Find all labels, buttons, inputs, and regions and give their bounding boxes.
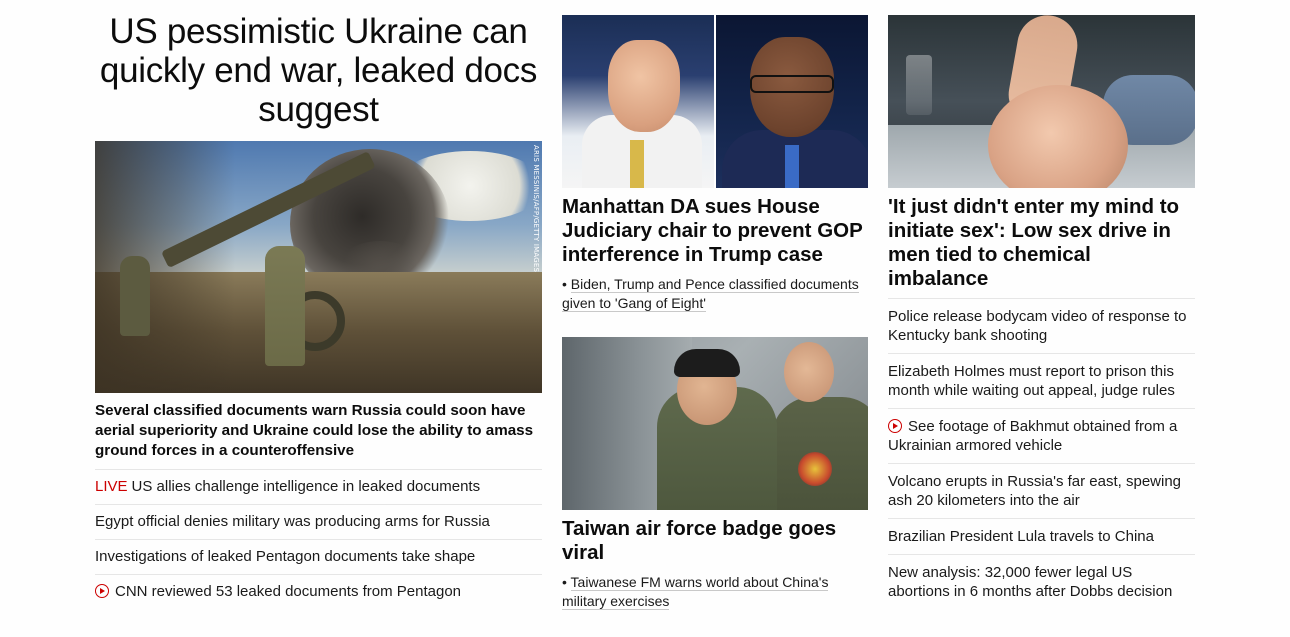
image-head [784, 342, 834, 402]
list-item[interactable]: Volcano erupts in Russia's far east, spe… [888, 463, 1195, 518]
story-image-taiwan-badge[interactable] [562, 337, 868, 510]
image-soldier [120, 256, 150, 336]
list-item[interactable]: LIVE US allies challenge intelligence in … [95, 469, 542, 504]
right-story-column: 'It just didn't enter my mind to initiat… [888, 15, 1195, 609]
list-item-link[interactable]: Police release bodycam video of response… [888, 308, 1187, 344]
list-item[interactable]: See footage of Bakhmut obtained from a U… [888, 408, 1195, 463]
lead-headline-link[interactable]: US pessimistic Ukraine can quickly end w… [100, 12, 537, 129]
list-item-link[interactable]: CNN reviewed 53 leaked documents from Pe… [115, 583, 461, 600]
story-bullet[interactable]: • Biden, Trump and Pence classified docu… [562, 275, 868, 313]
story-image-low-sex-drive[interactable] [888, 15, 1195, 188]
story-headline-link[interactable]: Taiwan air force badge goes viral [562, 517, 836, 564]
story-bullet-link[interactable]: Taiwanese FM warns world about China's m… [562, 574, 829, 610]
list-item-link[interactable]: Brazilian President Lula travels to Chin… [888, 528, 1154, 545]
image-trees [95, 141, 235, 393]
image-glass [906, 55, 932, 115]
image-soldier [265, 246, 305, 366]
list-item-link[interactable]: Elizabeth Holmes must report to prison t… [888, 363, 1175, 399]
lead-story-column: US pessimistic Ukraine can quickly end w… [95, 12, 542, 609]
list-item-link[interactable]: Egypt official denies military was produ… [95, 513, 490, 530]
image-tie [630, 140, 644, 188]
image-divider [714, 15, 716, 188]
play-icon [888, 419, 902, 433]
story-headline[interactable]: Manhattan DA sues House Judiciary chair … [562, 195, 868, 267]
live-badge: LIVE [95, 478, 128, 495]
list-item[interactable]: CNN reviewed 53 leaked documents from Pe… [95, 574, 542, 609]
image-glasses [750, 75, 834, 93]
list-item-link[interactable]: New analysis: 32,000 fewer legal US abor… [888, 564, 1172, 600]
list-item[interactable]: Investigations of leaked Pentagon docume… [95, 539, 542, 574]
image-badge [798, 452, 832, 486]
lead-headline[interactable]: US pessimistic Ukraine can quickly end w… [95, 12, 542, 129]
lead-story-image[interactable]: ARIS MESSINIS/AFP/GETTY IMAGES [95, 141, 542, 393]
story-headline[interactable]: Taiwan air force badge goes viral [562, 517, 868, 565]
image-credit: ARIS MESSINIS/AFP/GETTY IMAGES [532, 145, 540, 273]
list-item-link[interactable]: Volcano erupts in Russia's far east, spe… [888, 473, 1181, 509]
list-item-link[interactable]: See footage of Bakhmut obtained from a U… [888, 418, 1177, 454]
story-bullet[interactable]: • Taiwanese FM warns world about China's… [562, 573, 868, 611]
right-links-list: Police release bodycam video of response… [888, 298, 1195, 609]
middle-story-column: Manhattan DA sues House Judiciary chair … [562, 15, 868, 611]
list-item[interactable]: Police release bodycam video of response… [888, 298, 1195, 353]
list-item-link[interactable]: Investigations of leaked Pentagon docume… [95, 548, 475, 565]
list-item[interactable]: Elizabeth Holmes must report to prison t… [888, 353, 1195, 408]
image-tie [785, 145, 799, 188]
list-item[interactable]: Brazilian President Lula travels to Chin… [888, 518, 1195, 554]
story-headline[interactable]: 'It just didn't enter my mind to initiat… [888, 195, 1195, 291]
list-item-link[interactable]: US allies challenge intelligence in leak… [132, 478, 481, 495]
list-item[interactable]: New analysis: 32,000 fewer legal US abor… [888, 554, 1195, 609]
story-headline-link[interactable]: 'It just didn't enter my mind to initiat… [888, 195, 1179, 290]
image-face [608, 40, 680, 132]
story-bullet-link[interactable]: Biden, Trump and Pence classified docume… [562, 276, 859, 312]
related-links-list: LIVE US allies challenge intelligence in … [95, 469, 542, 609]
story-headline-link[interactable]: Manhattan DA sues House Judiciary chair … [562, 195, 862, 266]
story-image-manhattan-da[interactable] [562, 15, 868, 188]
play-icon [95, 584, 109, 598]
image-hair [674, 349, 740, 377]
list-item[interactable]: Egypt official denies military was produ… [95, 504, 542, 539]
lead-description[interactable]: Several classified documents warn Russia… [95, 401, 542, 461]
